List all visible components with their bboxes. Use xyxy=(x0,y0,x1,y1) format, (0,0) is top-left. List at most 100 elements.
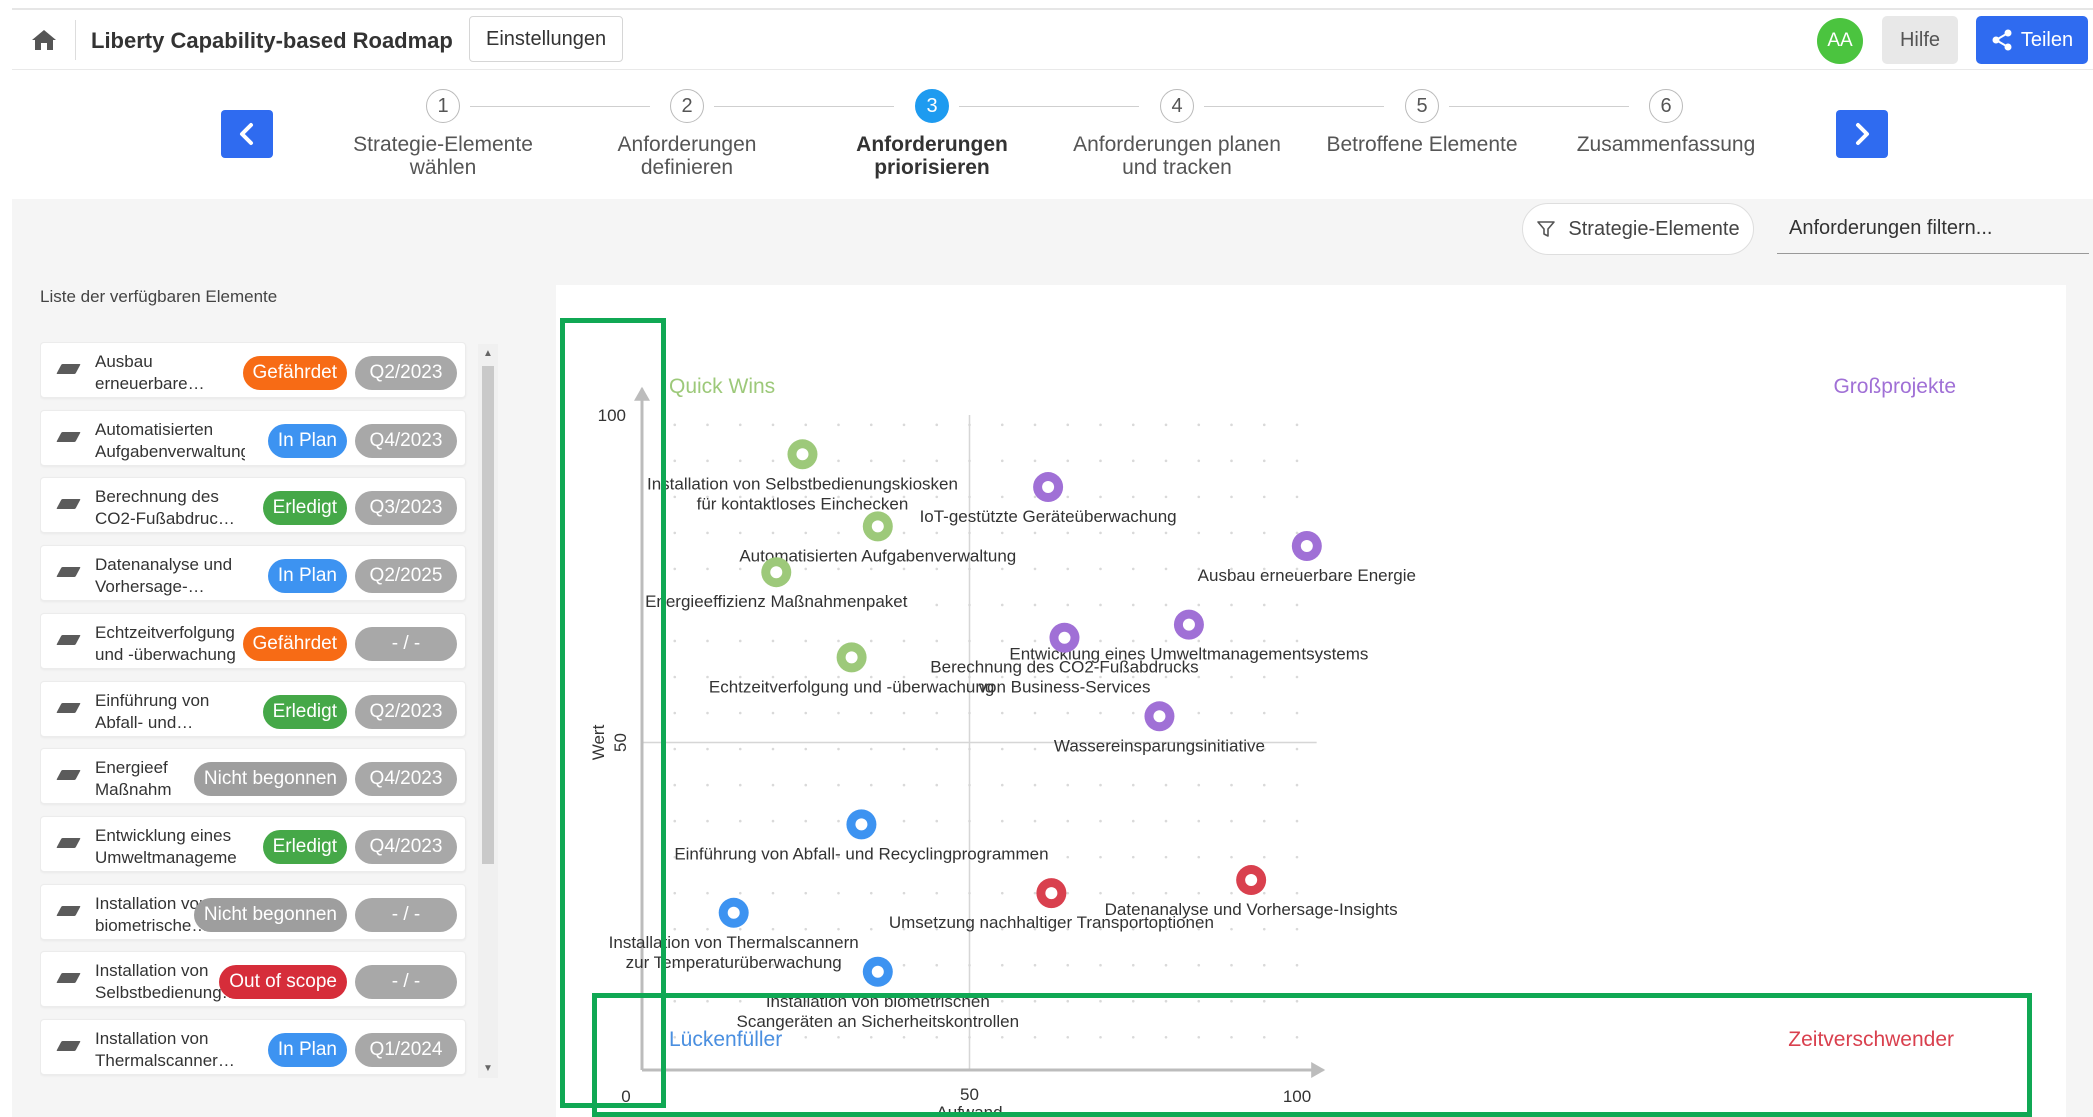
grid-dot xyxy=(804,927,808,931)
drag-handle-icon[interactable] xyxy=(56,567,81,578)
drag-handle-icon[interactable] xyxy=(56,702,81,713)
step-2[interactable]: 2 Anforderungen definieren xyxy=(567,89,807,179)
home-icon[interactable] xyxy=(28,24,60,56)
grid-dot xyxy=(804,1035,808,1039)
list-item[interactable]: Entwicklung eines Umweltmanageme Erledigt… xyxy=(40,815,466,872)
grid-dot xyxy=(1230,819,1233,823)
drag-handle-icon[interactable] xyxy=(56,364,81,374)
grid-dot xyxy=(1262,675,1266,679)
settings-button[interactable]: Einstellungen xyxy=(469,16,624,62)
requirements-filter-input[interactable] xyxy=(1777,204,2089,254)
quarter-badge: Q4/2023 xyxy=(355,829,457,864)
grid-dot xyxy=(1033,495,1037,499)
grid-dot xyxy=(1262,495,1266,499)
grid-dot xyxy=(1131,567,1135,571)
grid-dot xyxy=(1197,531,1201,535)
step-label: Strategie-Elemente wählen xyxy=(353,133,533,179)
status-badge: In Plan xyxy=(267,1033,347,1067)
step-3[interactable]: 3 Anforderungen priorisieren xyxy=(812,89,1052,179)
grid-dot xyxy=(1066,783,1070,787)
grid-dot xyxy=(804,891,808,895)
grid-dot xyxy=(1197,711,1201,715)
step-1[interactable]: 1 Strategie-Elemente wählen xyxy=(323,89,563,179)
available-elements-list[interactable]: Ausbau erneuerbare… Gefährdet Q2/2023 Autom… xyxy=(40,342,468,1080)
grid-dot xyxy=(673,459,677,463)
grid-dot xyxy=(1066,1035,1070,1039)
grid-dot xyxy=(706,711,709,715)
list-item[interactable]: Einführung von Abfall- und… Erledigt Q2/20… xyxy=(40,680,466,737)
data-point-center xyxy=(796,448,809,461)
grid-dot xyxy=(1295,459,1299,463)
grid-dot xyxy=(1262,927,1266,931)
grid-dot xyxy=(869,1035,873,1039)
list-item[interactable]: Automatisierten Aufgabenverwaltung In Pla… xyxy=(40,409,466,466)
drag-handle-icon[interactable] xyxy=(56,1041,81,1051)
list-item[interactable]: Installation von Thermalscanner… In Plan Q… xyxy=(40,1019,466,1075)
quarter-badge: - / - xyxy=(355,965,457,1000)
user-avatar[interactable]: AA xyxy=(1817,18,1863,64)
grid-dot xyxy=(935,639,939,643)
grid-dot xyxy=(1197,639,1201,643)
step-number: 5 xyxy=(1405,89,1439,123)
list-scrollbar[interactable]: ▲ ▼ xyxy=(478,344,498,1078)
item-name: Entwicklung eines Umweltmanageme xyxy=(95,825,237,867)
grid-dot xyxy=(706,747,709,751)
list-item[interactable]: Berechnung des CO2-Fußabdruc… Erledigt Q3/… xyxy=(40,477,466,534)
data-point-center xyxy=(1058,631,1071,644)
grid-dot xyxy=(869,567,873,571)
grid-dot xyxy=(1262,711,1266,715)
grid-dot xyxy=(771,819,775,823)
previous-step-button[interactable] xyxy=(221,110,273,158)
grid-dot xyxy=(1197,783,1201,787)
scroll-down-arrow-icon[interactable]: ▼ xyxy=(483,1063,493,1074)
data-point-label: IoT-gestützte Geräteüberwachung xyxy=(920,507,1177,526)
grid-dot xyxy=(1164,891,1168,895)
grid-dot xyxy=(771,711,775,715)
drag-handle-icon[interactable] xyxy=(56,431,81,442)
grid-dot xyxy=(837,423,840,427)
list-item[interactable]: Energieef Maßnahm Nicht begonnen Q4/2023 xyxy=(40,748,466,805)
grid-dot xyxy=(1197,891,1201,895)
list-item[interactable]: Echtzeitverfolgung und -überwachung Gefäh… xyxy=(40,612,466,669)
quadrant-label-zeitverschwender: Zeitverschwender xyxy=(1788,1028,1954,1051)
drag-handle-icon[interactable] xyxy=(56,973,81,984)
step-5[interactable]: 5 Betroffene Elemente xyxy=(1302,89,1542,156)
grid-dot xyxy=(1295,603,1299,607)
scroll-up-arrow-icon[interactable]: ▲ xyxy=(483,348,493,359)
next-step-button[interactable] xyxy=(1836,110,1888,158)
list-item[interactable]: Ausbau erneuerbare… Gefährdet Q2/2023 xyxy=(40,342,466,398)
help-button[interactable]: Hilfe xyxy=(1882,16,1958,64)
grid-dot xyxy=(1033,603,1037,607)
grid-dot xyxy=(1295,819,1299,823)
drag-handle-icon[interactable] xyxy=(56,837,81,848)
grid-dot xyxy=(1197,603,1201,607)
grid-dot xyxy=(1131,459,1135,463)
data-point-center xyxy=(1153,710,1166,723)
grid-dot xyxy=(1066,711,1070,715)
drag-handle-icon[interactable] xyxy=(56,770,81,781)
grid-dot xyxy=(738,711,742,715)
grid-dot xyxy=(1000,459,1004,463)
status-badge: Nicht begonnen xyxy=(193,762,347,797)
drag-handle-icon[interactable] xyxy=(56,499,81,510)
drag-handle-icon[interactable] xyxy=(56,634,81,645)
grid-dot xyxy=(1230,639,1233,643)
grid-dot xyxy=(1033,1035,1037,1039)
grid-dot xyxy=(1033,423,1037,427)
step-4[interactable]: 4 Anforderungen planen und tracken xyxy=(1057,89,1297,179)
share-button[interactable]: Teilen xyxy=(1976,16,2088,64)
quadrant-label-lueckenfueller: Lückenfüller xyxy=(669,1028,782,1051)
app-header: Liberty Capability-based Roadmap Einstel… xyxy=(12,8,2093,70)
grid-dot xyxy=(738,819,742,823)
list-item[interactable]: Installation von biometrische… Nicht bego… xyxy=(40,883,466,940)
step-6[interactable]: 6 Zusammenfassung xyxy=(1546,89,1786,156)
strategy-elements-filter-button[interactable]: Strategie-Elemente xyxy=(1522,203,1754,255)
grid-dot xyxy=(837,891,840,895)
list-item[interactable]: Datenanalyse und Vorhersage-… In Plan Q2/2… xyxy=(40,545,466,602)
drag-handle-icon[interactable] xyxy=(56,905,81,916)
list-item[interactable]: Installation von Selbstbedienung… Out of … xyxy=(40,951,466,1008)
scrollbar-thumb[interactable] xyxy=(482,366,494,864)
status-badge: Out of scope xyxy=(219,965,347,1000)
grid-dot xyxy=(902,639,906,643)
grid-dot xyxy=(1131,423,1135,427)
